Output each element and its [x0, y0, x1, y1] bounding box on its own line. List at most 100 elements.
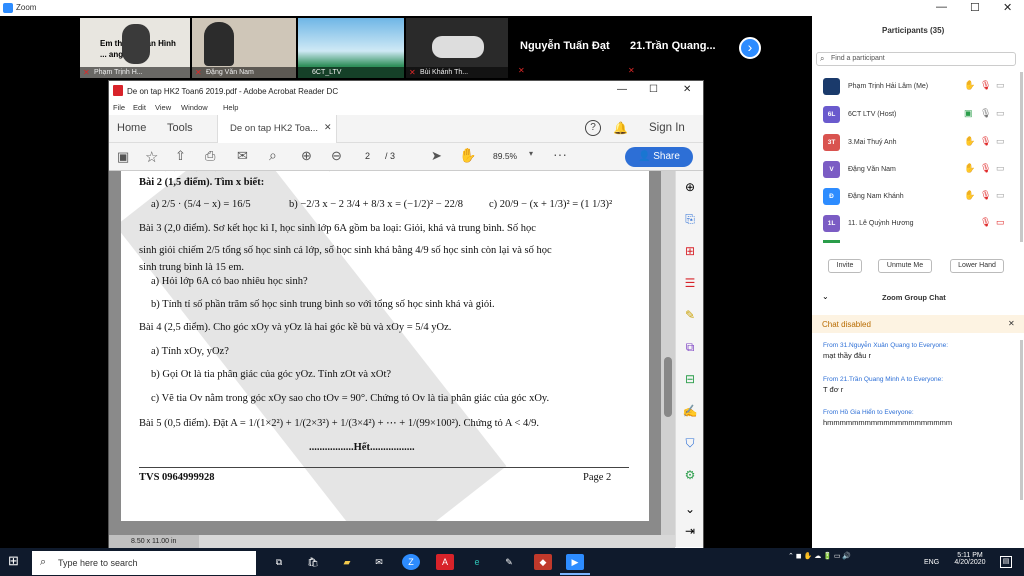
- participant-row[interactable]: 1L 11. Lê Quỳnh Hương 🎙 ▭: [812, 211, 1024, 237]
- video-tile-1[interactable]: Em thấy... màn Hình ... ang ơi ✕Phạm Trị…: [80, 18, 190, 78]
- acrobat-icon[interactable]: A: [436, 554, 454, 570]
- upload-icon[interactable]: ⇧: [175, 148, 186, 164]
- video-icon[interactable]: ▭: [996, 190, 1005, 201]
- menu-file[interactable]: File: [113, 103, 125, 112]
- scrollbar-thumb[interactable]: [664, 357, 672, 417]
- mic-off-icon[interactable]: 🎙: [980, 217, 991, 228]
- select-cursor-icon[interactable]: ➤: [431, 148, 442, 164]
- menu-help[interactable]: Help: [223, 103, 238, 112]
- email-icon[interactable]: ✉: [237, 148, 248, 164]
- bell-icon[interactable]: 🔔: [613, 121, 628, 135]
- vertical-scrollbar[interactable]: [661, 171, 675, 535]
- print-icon[interactable]: ⎙: [205, 148, 215, 164]
- bookmark-icon[interactable]: ☆: [145, 148, 158, 166]
- mic-off-icon[interactable]: 🎙: [980, 163, 991, 174]
- taskbar-search[interactable]: ⌕ Type here to search: [32, 551, 256, 575]
- video-tile-6[interactable]: 21.Trần Quang... ✕: [624, 18, 732, 78]
- task-view-icon[interactable]: ⧉: [270, 554, 288, 570]
- mic-icon[interactable]: 🎙: [980, 108, 991, 119]
- combine-files-icon[interactable]: ⧉: [682, 339, 698, 355]
- participants-scrollbar[interactable]: [1020, 72, 1023, 242]
- menu-edit[interactable]: Edit: [133, 103, 146, 112]
- collapse-pane-icon[interactable]: ⇥: [682, 523, 698, 539]
- tab-document[interactable]: De on tap HK2 Toa... ✕: [217, 115, 337, 143]
- clock[interactable]: 5:11 PM 4/20/2020: [948, 552, 992, 566]
- minimize-button[interactable]: —: [936, 1, 947, 13]
- search-input[interactable]: ⌕ Find a participant: [816, 52, 1016, 66]
- zoom-in-icon[interactable]: ⊕: [682, 179, 698, 195]
- video-off-icon[interactable]: ▭: [996, 217, 1005, 228]
- paint-icon[interactable]: ✎: [500, 554, 518, 570]
- mic-off-icon[interactable]: 🎙: [980, 136, 991, 147]
- language-indicator[interactable]: ENG: [924, 559, 939, 566]
- menu-window[interactable]: Window: [181, 103, 208, 112]
- notification-icon[interactable]: ▤: [1000, 556, 1012, 568]
- video-tile-5[interactable]: Nguyễn Tuấn Đạt ✕: [510, 18, 622, 78]
- compress-icon[interactable]: ⊟: [682, 371, 698, 387]
- participant-row[interactable]: 3T 3.Mai Thuý Anh ✋ 🎙 ▭: [812, 130, 1024, 156]
- more-icon[interactable]: ···: [553, 146, 567, 162]
- invite-button[interactable]: Invite: [828, 259, 862, 273]
- more-tools-icon[interactable]: ⚙: [682, 467, 698, 483]
- export-pdf-icon[interactable]: ⎘: [682, 211, 698, 227]
- system-tray[interactable]: ⌃ ◼ ✋ ☁ 🔋 ▭ 🔊: [788, 552, 851, 560]
- zalo-icon[interactable]: Z: [402, 554, 420, 570]
- document-area[interactable]: 2 17 ) ( 2 3) ( 4 6 17) Bài 2 (1,5 điểm)…: [109, 171, 675, 535]
- save-icon[interactable]: ▣: [117, 149, 129, 165]
- minimize-button[interactable]: —: [617, 84, 627, 95]
- chevron-down-icon[interactable]: ▾: [529, 149, 533, 158]
- share-button[interactable]: 👤 Share: [625, 147, 693, 167]
- chevron-down-icon[interactable]: ⌄: [822, 292, 829, 301]
- hand-tool-icon[interactable]: ✋: [459, 147, 476, 164]
- video-icon[interactable]: ▭: [996, 80, 1005, 91]
- organize-pages-icon[interactable]: ☰: [682, 275, 698, 291]
- sign-in-button[interactable]: Sign In: [649, 122, 685, 134]
- unmute-button[interactable]: Unmute Me: [878, 259, 932, 273]
- close-tab-icon[interactable]: ✕: [324, 122, 332, 133]
- comment-icon[interactable]: ✎: [682, 307, 698, 323]
- exercise-2c: c) 20/9 − (x + 1/3)² = (1 1/3)²: [489, 199, 613, 210]
- store-icon[interactable]: 🛍: [304, 554, 322, 570]
- close-button[interactable]: ✕: [1003, 1, 1012, 14]
- app-icon[interactable]: ◆: [534, 554, 552, 570]
- protect-icon[interactable]: ⛉: [682, 435, 698, 451]
- mail-icon[interactable]: ✉: [370, 554, 388, 570]
- search-icon[interactable]: ⌕: [269, 147, 277, 164]
- close-icon[interactable]: ✕: [1008, 319, 1015, 328]
- horizontal-scrollbar[interactable]: [199, 535, 675, 549]
- help-icon[interactable]: ?: [585, 120, 601, 136]
- file-explorer-icon[interactable]: ▰: [338, 554, 356, 570]
- participant-row[interactable]: V Đặng Văn Nam ✋ 🎙 ▭: [812, 157, 1024, 183]
- fill-sign-icon[interactable]: ✍: [682, 403, 698, 419]
- participant-row[interactable]: 6L 6CT LTV (Host) ▣ 🎙 ▭: [812, 102, 1024, 128]
- create-pdf-icon[interactable]: ⊞: [682, 243, 698, 259]
- video-tile-4[interactable]: ✕ Bùi Khánh Th...: [406, 18, 508, 78]
- windows-start-icon[interactable]: ⊞: [8, 554, 22, 568]
- mic-off-icon[interactable]: 🎙: [980, 190, 991, 201]
- maximize-button[interactable]: ☐: [649, 84, 658, 95]
- participant-row[interactable]: Phạm Trịnh Hải Lâm (Me) ✋ 🎙 ▭: [812, 74, 1024, 100]
- video-icon[interactable]: ▭: [996, 108, 1005, 119]
- chevron-down-icon[interactable]: ⌄: [682, 501, 698, 517]
- chat-scrollbar[interactable]: [1020, 340, 1023, 500]
- video-icon[interactable]: ▭: [996, 136, 1005, 147]
- page-number-input[interactable]: 2: [365, 151, 370, 161]
- tab-tools[interactable]: Tools: [167, 122, 193, 134]
- video-tile-3[interactable]: 6CT_LTV: [298, 18, 404, 78]
- close-button[interactable]: ✕: [683, 84, 691, 95]
- mic-off-icon[interactable]: 🎙: [980, 80, 991, 91]
- video-tile-2[interactable]: ✕ Đặng Văn Nam: [192, 18, 296, 78]
- lower-hand-button[interactable]: Lower Hand: [950, 259, 1004, 273]
- menu-view[interactable]: View: [155, 103, 171, 112]
- prev-page-icon[interactable]: ⊕: [301, 148, 312, 164]
- participant-row[interactable]: Đ Đặng Nam Khánh ✋ 🎙 ▭: [812, 184, 1024, 210]
- maximize-button[interactable]: ☐: [970, 1, 980, 14]
- next-page-icon[interactable]: ›: [739, 37, 761, 59]
- zoom-level[interactable]: 89.5%: [493, 151, 517, 161]
- person-silhouette: [122, 24, 150, 64]
- tab-home[interactable]: Home: [117, 122, 146, 134]
- edge-icon[interactable]: e: [468, 554, 486, 570]
- next-page-icon[interactable]: ⊖: [331, 148, 342, 164]
- video-icon[interactable]: ▭: [996, 163, 1005, 174]
- zoom-app-icon[interactable]: ▶: [566, 554, 584, 570]
